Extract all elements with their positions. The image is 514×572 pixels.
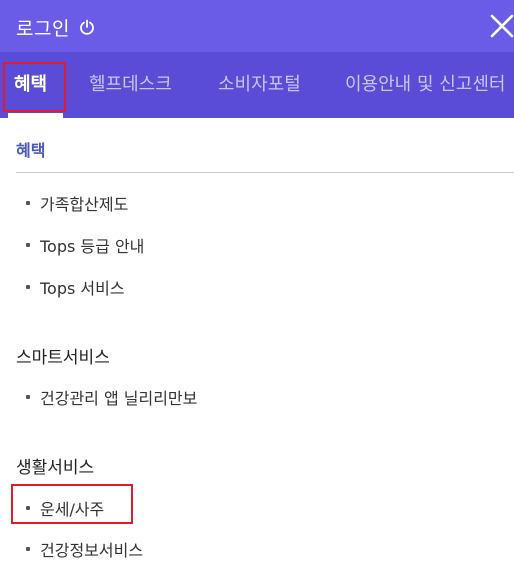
list-item-label: 가족합산제도 bbox=[40, 195, 129, 214]
list-item-health-app[interactable]: 건강관리 앱 닐리리만보 bbox=[26, 385, 197, 409]
item-highlight-box bbox=[11, 484, 133, 524]
category-tabs: 혜택 헬프데스크 소비자포털 이용안내 및 신고센터 bbox=[0, 52, 514, 118]
bullet-icon bbox=[26, 285, 30, 289]
list-item-health-info[interactable]: 건강정보서비스 bbox=[26, 537, 143, 561]
login-button[interactable]: 로그인 bbox=[16, 14, 95, 40]
power-icon bbox=[80, 19, 94, 35]
bullet-icon bbox=[26, 395, 30, 399]
section-divider bbox=[16, 172, 514, 173]
login-label: 로그인 bbox=[16, 17, 70, 40]
list-item-tops-grade[interactable]: Tops 등급 안내 bbox=[26, 233, 144, 257]
list-item-label: 건강정보서비스 bbox=[40, 541, 144, 560]
list-item-label: 건강관리 앱 닐리리만보 bbox=[40, 389, 198, 408]
bullet-icon bbox=[26, 547, 30, 551]
list-item-family-combined[interactable]: 가족합산제도 bbox=[26, 191, 128, 215]
tab-helpdesk[interactable]: 헬프데스크 bbox=[89, 70, 172, 100]
tab-consumer-portal[interactable]: 소비자포털 bbox=[218, 70, 301, 100]
list-item-label: Tops 서비스 bbox=[40, 279, 125, 298]
active-tab-indicator bbox=[8, 113, 63, 118]
list-item-label: Tops 등급 안내 bbox=[40, 237, 145, 256]
list-item-tops-service[interactable]: Tops 서비스 bbox=[26, 275, 125, 299]
section-title-smart-service: 스마트서비스 bbox=[16, 348, 110, 368]
section-title-benefits: 혜택 bbox=[16, 141, 46, 160]
top-header: 로그인 bbox=[0, 0, 514, 52]
bullet-icon bbox=[26, 243, 30, 247]
section-title-life-service: 생활서비스 bbox=[16, 458, 95, 478]
bullet-icon bbox=[26, 201, 30, 205]
tab-usage-guide-report-center[interactable]: 이용안내 및 신고센터 bbox=[345, 70, 505, 100]
close-icon[interactable] bbox=[488, 12, 514, 38]
tab-highlight-box bbox=[3, 62, 66, 112]
